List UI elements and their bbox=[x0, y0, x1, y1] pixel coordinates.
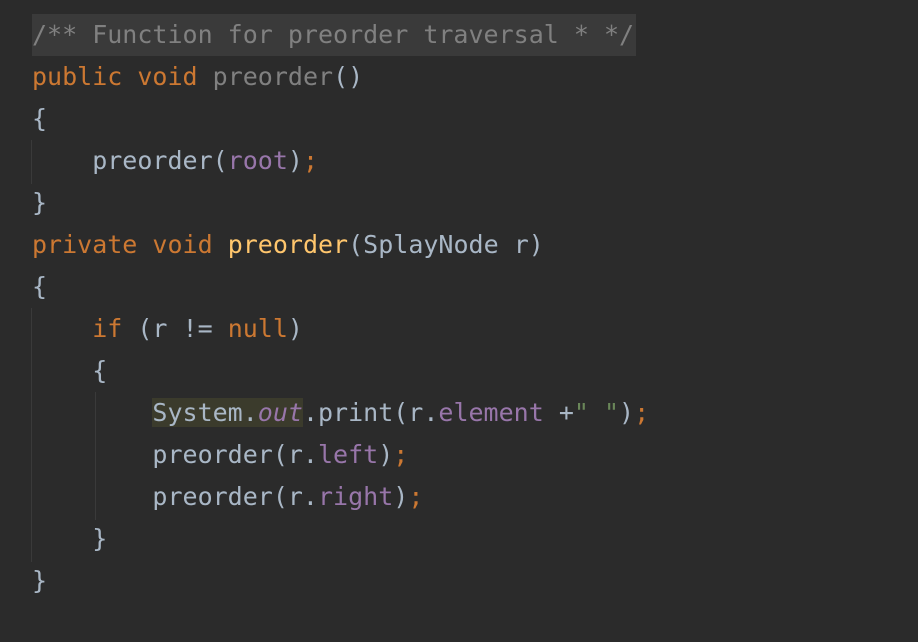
code-token: (SplayNode r) bbox=[348, 230, 544, 259]
code-token: ) bbox=[393, 482, 409, 511]
code-line[interactable]: preorder(r.right); bbox=[32, 476, 649, 518]
code-line[interactable]: if (r != null) bbox=[32, 308, 649, 350]
code-token: ; bbox=[634, 398, 650, 427]
code-token: .print(r. bbox=[302, 398, 439, 427]
code-token: { bbox=[32, 356, 108, 385]
code-token: if bbox=[92, 314, 123, 343]
code-token: { bbox=[32, 104, 48, 133]
code-token: void bbox=[137, 62, 198, 91]
code-token: " " bbox=[573, 398, 620, 427]
code-token: public bbox=[32, 62, 123, 91]
code-token: preorder bbox=[227, 230, 349, 259]
code-token: + bbox=[543, 398, 574, 427]
code-line[interactable]: System.out.print(r.element +" "); bbox=[32, 392, 649, 434]
code-token: } bbox=[32, 188, 48, 217]
code-token: } bbox=[32, 566, 48, 595]
code-editor[interactable]: /** Function for preorder traversal * */… bbox=[0, 0, 918, 642]
code-token: null bbox=[227, 314, 288, 343]
code-token: { bbox=[32, 272, 48, 301]
code-token: ) bbox=[287, 146, 303, 175]
code-token: root bbox=[227, 146, 288, 175]
code-token: preorder bbox=[212, 62, 334, 91]
code-token: ; bbox=[393, 440, 409, 469]
code-line[interactable]: private void preorder(SplayNode r) bbox=[32, 224, 649, 266]
code-line[interactable]: /** Function for preorder traversal * */ bbox=[32, 14, 649, 56]
code-token: element bbox=[438, 398, 544, 427]
code-line[interactable]: { bbox=[32, 266, 649, 308]
code-line[interactable]: preorder(root); bbox=[32, 140, 649, 182]
code-token: preorder( bbox=[32, 146, 228, 175]
code-token: ) bbox=[619, 398, 635, 427]
code-line[interactable]: } bbox=[32, 560, 649, 602]
code-token: } bbox=[32, 524, 108, 553]
doc-comment-highlight: /** Function for preorder traversal * */ bbox=[32, 14, 637, 56]
code-token: ; bbox=[408, 482, 424, 511]
code-token: preorder(r. bbox=[32, 482, 318, 511]
code-token: private bbox=[32, 230, 138, 259]
code-token: System. bbox=[152, 398, 258, 427]
code-token: right bbox=[317, 482, 394, 511]
code-line[interactable]: } bbox=[32, 182, 649, 224]
code-token: () bbox=[333, 62, 364, 91]
code-token: left bbox=[317, 440, 379, 469]
code-line[interactable]: { bbox=[32, 350, 649, 392]
code-line[interactable]: } bbox=[32, 518, 649, 560]
code-line[interactable]: public void preorder() bbox=[32, 56, 649, 98]
code-area[interactable]: /** Function for preorder traversal * */… bbox=[32, 14, 649, 602]
code-token: void bbox=[152, 230, 213, 259]
code-token: out bbox=[257, 398, 303, 427]
code-token: ) bbox=[287, 314, 303, 343]
code-token: preorder(r. bbox=[32, 440, 318, 469]
code-line[interactable]: { bbox=[32, 98, 649, 140]
code-token: ) bbox=[378, 440, 394, 469]
code-token: /** Function for preorder traversal * */ bbox=[32, 20, 635, 49]
code-line[interactable]: preorder(r.left); bbox=[32, 434, 649, 476]
code-token: (r != bbox=[122, 314, 228, 343]
code-token: ; bbox=[302, 146, 319, 175]
